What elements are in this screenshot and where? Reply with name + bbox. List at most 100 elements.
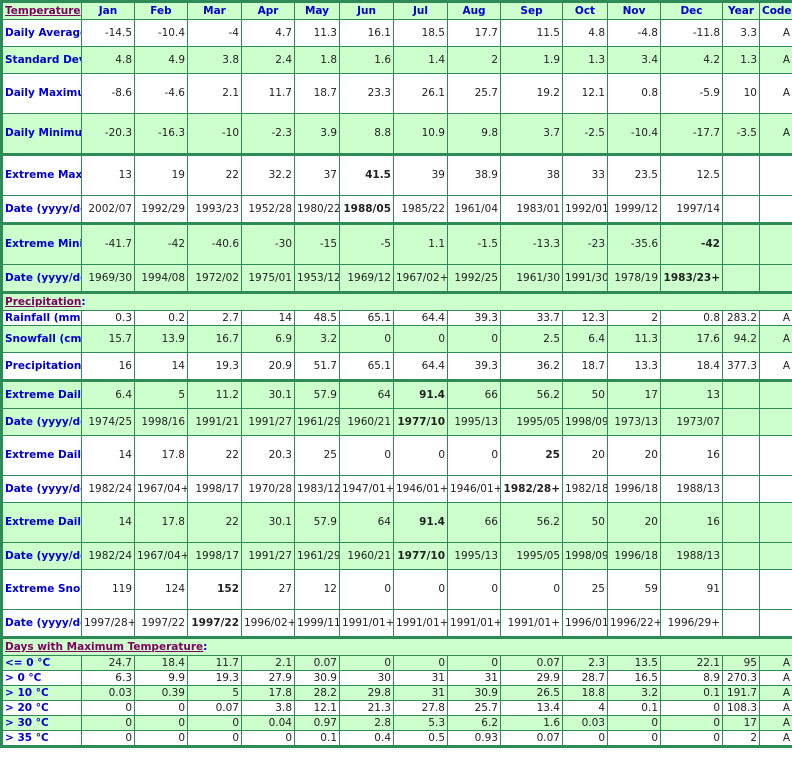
month-value-cell: 1946/01+	[393, 475, 448, 503]
month-value-cell: 30.9	[447, 685, 501, 701]
month-value-cell: -5.9	[660, 73, 723, 114]
month-value-cell: 0	[607, 730, 661, 747]
month-value-cell: -16.3	[134, 113, 188, 155]
month-value-cell: 14	[81, 435, 135, 476]
year-value-cell: 10	[722, 73, 760, 114]
month-value-cell: 1.8	[294, 46, 340, 74]
month-value-cell: 1996/01	[562, 609, 608, 638]
month-value-cell: 17	[607, 379, 661, 409]
month-value-cell: 25	[294, 435, 340, 476]
row-label: Date (yyyy/dd)	[1, 609, 82, 638]
month-value-cell: 1991/01+	[447, 609, 501, 638]
month-value-cell: 18.4	[660, 352, 723, 381]
month-value-cell: 16.7	[187, 325, 242, 353]
month-value-cell: 0	[447, 325, 501, 353]
month-value-cell: 91.4	[393, 379, 448, 409]
month-value-cell: 0	[339, 569, 394, 610]
month-value-cell: 29.8	[339, 685, 394, 701]
month-value-cell: 1995/13	[447, 542, 501, 570]
month-value-cell: -11.8	[660, 19, 723, 47]
month-value-cell: 20	[607, 502, 661, 543]
month-value-cell: 2.8	[339, 715, 394, 731]
month-value-cell: 13.4	[500, 700, 563, 716]
month-header: Jul	[393, 1, 448, 20]
month-value-cell: 1977/10	[393, 542, 448, 570]
month-value-cell: 0.8	[660, 310, 723, 326]
month-value-cell: 18.7	[294, 73, 340, 114]
month-value-cell: 2	[607, 310, 661, 326]
month-value-cell: 2.4	[241, 46, 295, 74]
month-value-cell: 2.3	[562, 655, 608, 671]
month-value-cell: 9.8	[447, 113, 501, 155]
month-value-cell: 18.4	[134, 655, 188, 671]
month-value-cell: 1991/27	[241, 408, 295, 436]
year-value-cell	[722, 435, 760, 476]
year-value-cell	[722, 609, 760, 638]
month-value-cell: 3.2	[607, 685, 661, 701]
row-label: Extreme Daily Snowfall (cm)	[1, 435, 82, 476]
code-value-cell	[759, 609, 792, 638]
table-row: > 20 °C 0 0 0.07 3.8 12.1 21.3 27.8 25.7 13.4 4 0.1…	[1, 700, 792, 716]
month-value-cell: 1998/09	[562, 408, 608, 436]
month-value-cell: 30.1	[241, 379, 295, 409]
year-value-cell	[722, 195, 760, 224]
month-value-cell: 1973/07	[660, 408, 723, 436]
section-title-link[interactable]: Precipitation	[5, 296, 81, 308]
section-title-link[interactable]: Temperature	[5, 5, 81, 17]
month-value-cell: 1973/13	[607, 408, 661, 436]
month-value-cell: 26.1	[393, 73, 448, 114]
month-value-cell: 0.5	[393, 730, 448, 747]
month-value-cell: 16.1	[339, 19, 394, 47]
code-value-cell: A	[759, 655, 792, 671]
section-header-row: Temperature:JanFebMarAprMayJunJulAugSepO…	[1, 1, 792, 20]
month-value-cell: 1983/12	[294, 475, 340, 503]
month-value-cell: 64	[339, 379, 394, 409]
month-value-cell: 13.9	[134, 325, 188, 353]
table-row: Extreme Maximum (°C)13192232.23741.53938…	[1, 153, 792, 196]
month-value-cell: 11.5	[500, 19, 563, 47]
section-title-link[interactable]: Days with Maximum Temperature	[5, 641, 203, 653]
month-value-cell: 8.8	[339, 113, 394, 155]
month-value-cell: 0.3	[81, 310, 135, 326]
month-header: Oct	[562, 1, 608, 20]
month-value-cell: 32.2	[241, 153, 295, 196]
section-title-colon: :	[81, 295, 86, 308]
year-value-cell	[722, 569, 760, 610]
month-value-cell: 14	[241, 310, 295, 326]
row-label: Extreme Daily Precipitation (mm)	[1, 502, 82, 543]
month-header: Dec	[660, 1, 723, 20]
month-header: May	[294, 1, 340, 20]
month-value-cell: 0.97	[294, 715, 340, 731]
code-value-cell: A	[759, 113, 792, 155]
month-value-cell: 1996/02+	[241, 609, 295, 638]
year-value-cell	[722, 222, 760, 265]
table-row: Standard Deviation4.84.93.82.41.81.61.42…	[1, 46, 792, 74]
code-value-cell	[759, 379, 792, 409]
month-value-cell: 19	[134, 153, 188, 196]
month-header: Jun	[339, 1, 394, 20]
row-label: Rainfall (mm)	[1, 310, 82, 326]
month-value-cell: 31	[393, 670, 448, 686]
row-label: > 20 °C	[1, 700, 82, 716]
month-value-cell: 12	[294, 569, 340, 610]
month-value-cell: 1974/25	[81, 408, 135, 436]
year-value-cell	[722, 408, 760, 436]
month-value-cell: -10.4	[607, 113, 661, 155]
month-value-cell: 1992/25	[447, 264, 501, 293]
table-row: Extreme Daily Precipitation (mm)1417.822…	[1, 502, 792, 543]
month-value-cell: 56.2	[500, 379, 563, 409]
month-value-cell: 0	[187, 715, 242, 731]
table-row: Date (yyyy/dd)1974/251998/161991/211991/…	[1, 408, 792, 436]
month-value-cell: 0	[660, 730, 723, 747]
month-value-cell: 0	[134, 715, 188, 731]
month-value-cell: -30	[241, 222, 295, 265]
month-value-cell: 5.3	[393, 715, 448, 731]
month-value-cell: 1.9	[500, 46, 563, 74]
year-value-cell: 377.3	[722, 352, 760, 381]
month-value-cell: 38	[500, 153, 563, 196]
month-value-cell: 1960/21	[339, 408, 394, 436]
month-value-cell: 27.8	[393, 700, 448, 716]
month-value-cell: 1970/28	[241, 475, 295, 503]
table-row: Daily Average (°C)-14.5-10.4-44.711.316.…	[1, 19, 792, 47]
month-header: Aug	[447, 1, 501, 20]
